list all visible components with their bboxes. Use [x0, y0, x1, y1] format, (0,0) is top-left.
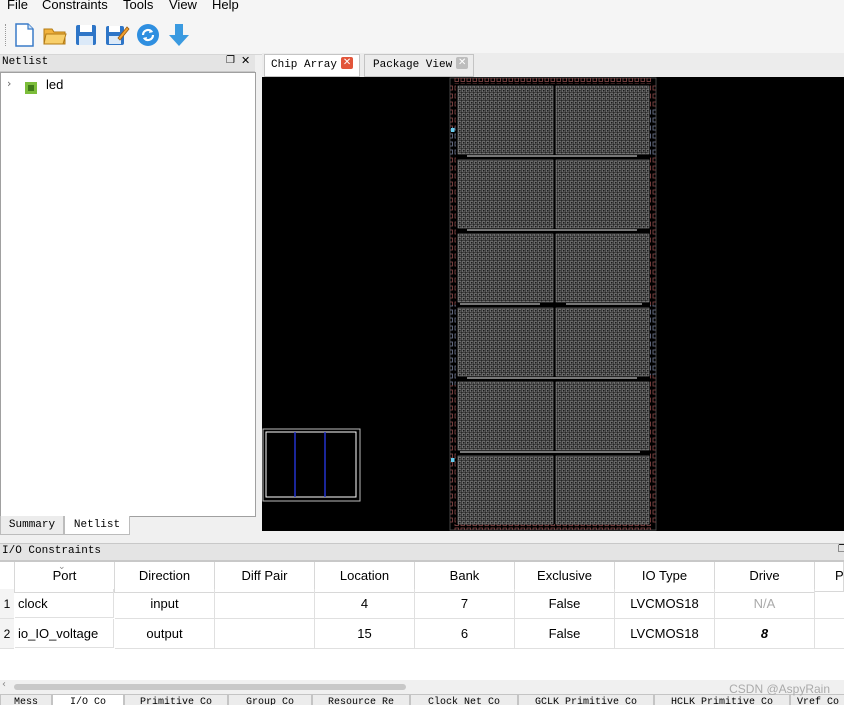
toolbar-grip [5, 24, 8, 46]
menu-file[interactable]: File [7, 0, 28, 12]
close-icon[interactable]: ✕ [456, 57, 469, 70]
tab-messages[interactable]: Mess [0, 694, 52, 705]
cell-direction[interactable]: output [115, 619, 215, 649]
sort-indicator-icon: ⌄ [58, 561, 66, 571]
cell-bank[interactable]: 7 [415, 589, 515, 619]
tab-group-constraints[interactable]: Group Co [228, 694, 312, 705]
cell-bank[interactable]: 6 [415, 619, 515, 649]
cell-drive[interactable]: 8 [715, 619, 815, 649]
left-panel-tabs: Summary Netlist [0, 516, 255, 535]
menu-bar: File Constraints Tools View Help [0, 0, 844, 14]
bottom-tabs: Mess I/O Co Primitive Co Group Co Resour… [0, 694, 844, 705]
cell-location[interactable]: 15 [315, 619, 415, 649]
tree-item-label: led [46, 77, 64, 92]
tab-gclk-primitive-constraints[interactable]: GCLK Primitive Co [518, 694, 654, 705]
cell-io-type[interactable]: LVCMOS18 [615, 619, 715, 649]
cell-location[interactable]: 4 [315, 589, 415, 619]
horizontal-scrollbar[interactable]: ‹ [0, 679, 844, 693]
refresh-icon[interactable] [135, 22, 161, 48]
scroll-left-icon[interactable]: ‹ [2, 679, 6, 690]
tab-package-view[interactable]: Package View ✕ [364, 54, 474, 77]
netlist-panel-title: Netlist [2, 56, 49, 68]
cell-io-type[interactable]: LVCMOS18 [615, 589, 715, 619]
restore-icon[interactable]: ❐ [838, 544, 844, 555]
menu-tools[interactable]: Tools [123, 0, 153, 12]
col-header-pull[interactable]: Pu [815, 562, 844, 592]
tab-package-view-label: Package View [373, 59, 453, 71]
view-tabs: Chip Array ✕ Package View ✕ [262, 53, 844, 77]
cell-drive[interactable]: N/A [715, 589, 815, 619]
chevron-right-icon[interactable]: › [7, 77, 11, 90]
close-icon[interactable]: ✕ [341, 57, 354, 70]
io-constraints-title: I/O Constraints [2, 545, 102, 557]
menu-constraints[interactable]: Constraints [42, 0, 108, 12]
download-icon[interactable] [166, 22, 192, 48]
chip-array-graphic [262, 77, 657, 531]
tab-clock-net-constraints[interactable]: Clock Net Co [410, 694, 518, 705]
tree-item-led[interactable]: › led [3, 76, 203, 94]
toolbar [0, 14, 844, 55]
netlist-panel-header: Netlist ❐ ✕ [0, 54, 255, 72]
tab-chip-array-label: Chip Array [271, 59, 338, 71]
tab-summary[interactable]: Summary [0, 516, 64, 535]
watermark: CSDN @AspyRain [729, 682, 830, 696]
cell-pull[interactable] [815, 619, 844, 649]
cell-direction[interactable]: input [115, 589, 215, 619]
tab-primitive-constraints[interactable]: Primitive Co [124, 694, 228, 705]
cell-diff-pair[interactable] [215, 619, 315, 649]
new-file-icon[interactable] [11, 22, 37, 48]
cell-pull[interactable] [815, 589, 844, 619]
cell-diff-pair[interactable] [215, 589, 315, 619]
chip-array-canvas[interactable] [262, 77, 844, 531]
menu-view[interactable]: View [169, 0, 197, 12]
io-constraints-header: I/O Constraints ❐ [0, 543, 844, 561]
scrollbar-thumb[interactable] [14, 684, 406, 690]
restore-icon[interactable]: ❐ [226, 55, 235, 66]
save-icon[interactable] [73, 22, 99, 48]
cell-port[interactable]: clock [15, 589, 114, 618]
cell-exclusive[interactable]: False [515, 589, 615, 619]
cell-exclusive[interactable]: False [515, 619, 615, 649]
netlist-tree: › led [0, 72, 256, 517]
row-number: 2 [0, 619, 14, 649]
row-number: 1 [0, 589, 14, 619]
close-icon[interactable]: ✕ [241, 54, 250, 67]
open-folder-icon[interactable] [42, 22, 68, 48]
tab-io-constraints[interactable]: I/O Co [52, 694, 124, 705]
io-constraints-table: ⌄ Port Direction Diff Pair Location Bank… [0, 561, 844, 680]
module-icon [25, 79, 37, 94]
tab-chip-array[interactable]: Chip Array ✕ [264, 54, 360, 77]
minimap [262, 428, 361, 502]
menu-help[interactable]: Help [212, 0, 239, 12]
cell-port[interactable]: io_IO_voltage [15, 619, 114, 648]
tab-netlist[interactable]: Netlist [64, 516, 130, 535]
tab-resource-reservation[interactable]: Resource Re [312, 694, 410, 705]
save-as-icon[interactable] [104, 22, 130, 48]
